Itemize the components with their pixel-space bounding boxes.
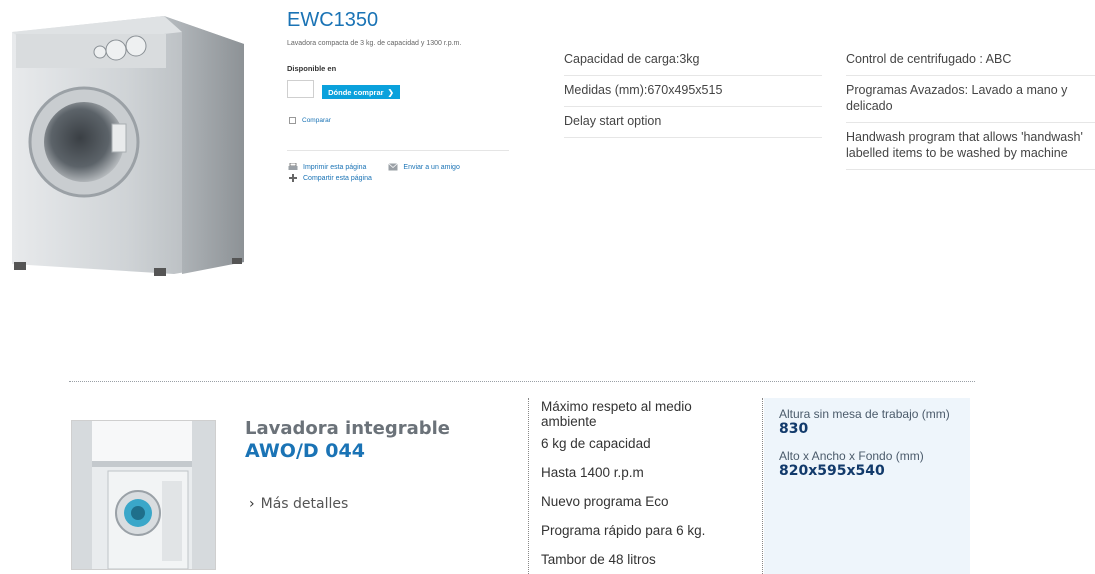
spec-item: Delay start option bbox=[564, 107, 822, 138]
spec-item: Capacidad de carga:3kg bbox=[564, 45, 822, 76]
share-actions: Imprimir esta página Enviar a un amigo C… bbox=[288, 163, 460, 182]
dimensions-panel: Altura sin mesa de trabajo (mm) 830 Alto… bbox=[764, 398, 970, 574]
spec-list-left: Capacidad de carga:3kg Medidas (mm):670x… bbox=[564, 45, 822, 138]
feature-item: Máximo respeto al medio ambiente bbox=[541, 399, 692, 429]
envelope-icon bbox=[388, 163, 399, 171]
feature-item: Hasta 1400 r.p.m bbox=[541, 465, 644, 480]
spec-item: Programas Avazados: Lavado a mano y deli… bbox=[846, 76, 1095, 123]
product-title: EWC1350 bbox=[287, 9, 379, 31]
where-to-buy-label: Dónde comprar bbox=[328, 87, 384, 97]
compare-label: Comparar bbox=[302, 117, 331, 124]
integrated-washer-thumbnail[interactable] bbox=[71, 420, 216, 570]
dimension-value: 820x595x540 bbox=[779, 463, 885, 479]
dimension-label: Alto x Ancho x Fondo (mm) bbox=[779, 449, 924, 463]
where-to-buy-button[interactable]: Dónde comprar ❯ bbox=[322, 85, 400, 99]
features-list: Máximo respeto al medio ambiente 6 kg de… bbox=[528, 398, 763, 574]
dimension-label: Altura sin mesa de trabajo (mm) bbox=[779, 407, 950, 421]
plus-icon bbox=[289, 174, 297, 182]
spec-item: Medidas (mm):670x495x515 bbox=[564, 76, 822, 107]
spec-list-right: Control de centrifugado : ABC Programas … bbox=[846, 45, 1095, 170]
more-details-link[interactable]: › Más detalles bbox=[249, 496, 348, 512]
more-details-label: Más detalles bbox=[260, 496, 349, 512]
email-friend-link[interactable]: Enviar a un amigo bbox=[388, 163, 460, 171]
email-friend-label: Enviar a un amigo bbox=[403, 163, 460, 171]
compare-row[interactable]: Comparar bbox=[289, 117, 331, 124]
section-divider bbox=[69, 381, 975, 382]
compare-checkbox[interactable] bbox=[289, 117, 296, 124]
spec-item: Handwash program that allows 'handwash' … bbox=[846, 123, 1095, 170]
availability-field[interactable] bbox=[287, 80, 314, 98]
feature-item: Tambor de 48 litros bbox=[541, 552, 656, 567]
print-page-label: Imprimir esta página bbox=[303, 163, 367, 171]
print-page-link[interactable]: Imprimir esta página bbox=[288, 163, 366, 171]
product-category: Lavadora integrable bbox=[245, 418, 451, 439]
share-page-link[interactable]: Compartir esta página bbox=[288, 174, 460, 182]
spec-item: Control de centrifugado : ABC bbox=[846, 45, 1095, 76]
share-page-label: Compartir esta página bbox=[303, 174, 372, 182]
feature-item: Nuevo programa Eco bbox=[541, 494, 669, 509]
product-image-washing-machine bbox=[4, 12, 244, 280]
feature-item: 6 kg de capacidad bbox=[541, 436, 651, 451]
product-model[interactable]: AWO/D 044 bbox=[245, 440, 365, 462]
availability-label: Disponible en bbox=[287, 64, 337, 73]
chevron-right-icon: ❯ bbox=[387, 87, 394, 97]
divider bbox=[287, 150, 509, 151]
feature-item: Programa rápido para 6 kg. bbox=[541, 523, 706, 538]
product-description: Lavadora compacta de 3 kg. de capacidad … bbox=[287, 40, 462, 47]
printer-icon bbox=[288, 163, 298, 170]
chevron-right-icon: › bbox=[249, 496, 255, 512]
dimension-value: 830 bbox=[779, 421, 809, 437]
